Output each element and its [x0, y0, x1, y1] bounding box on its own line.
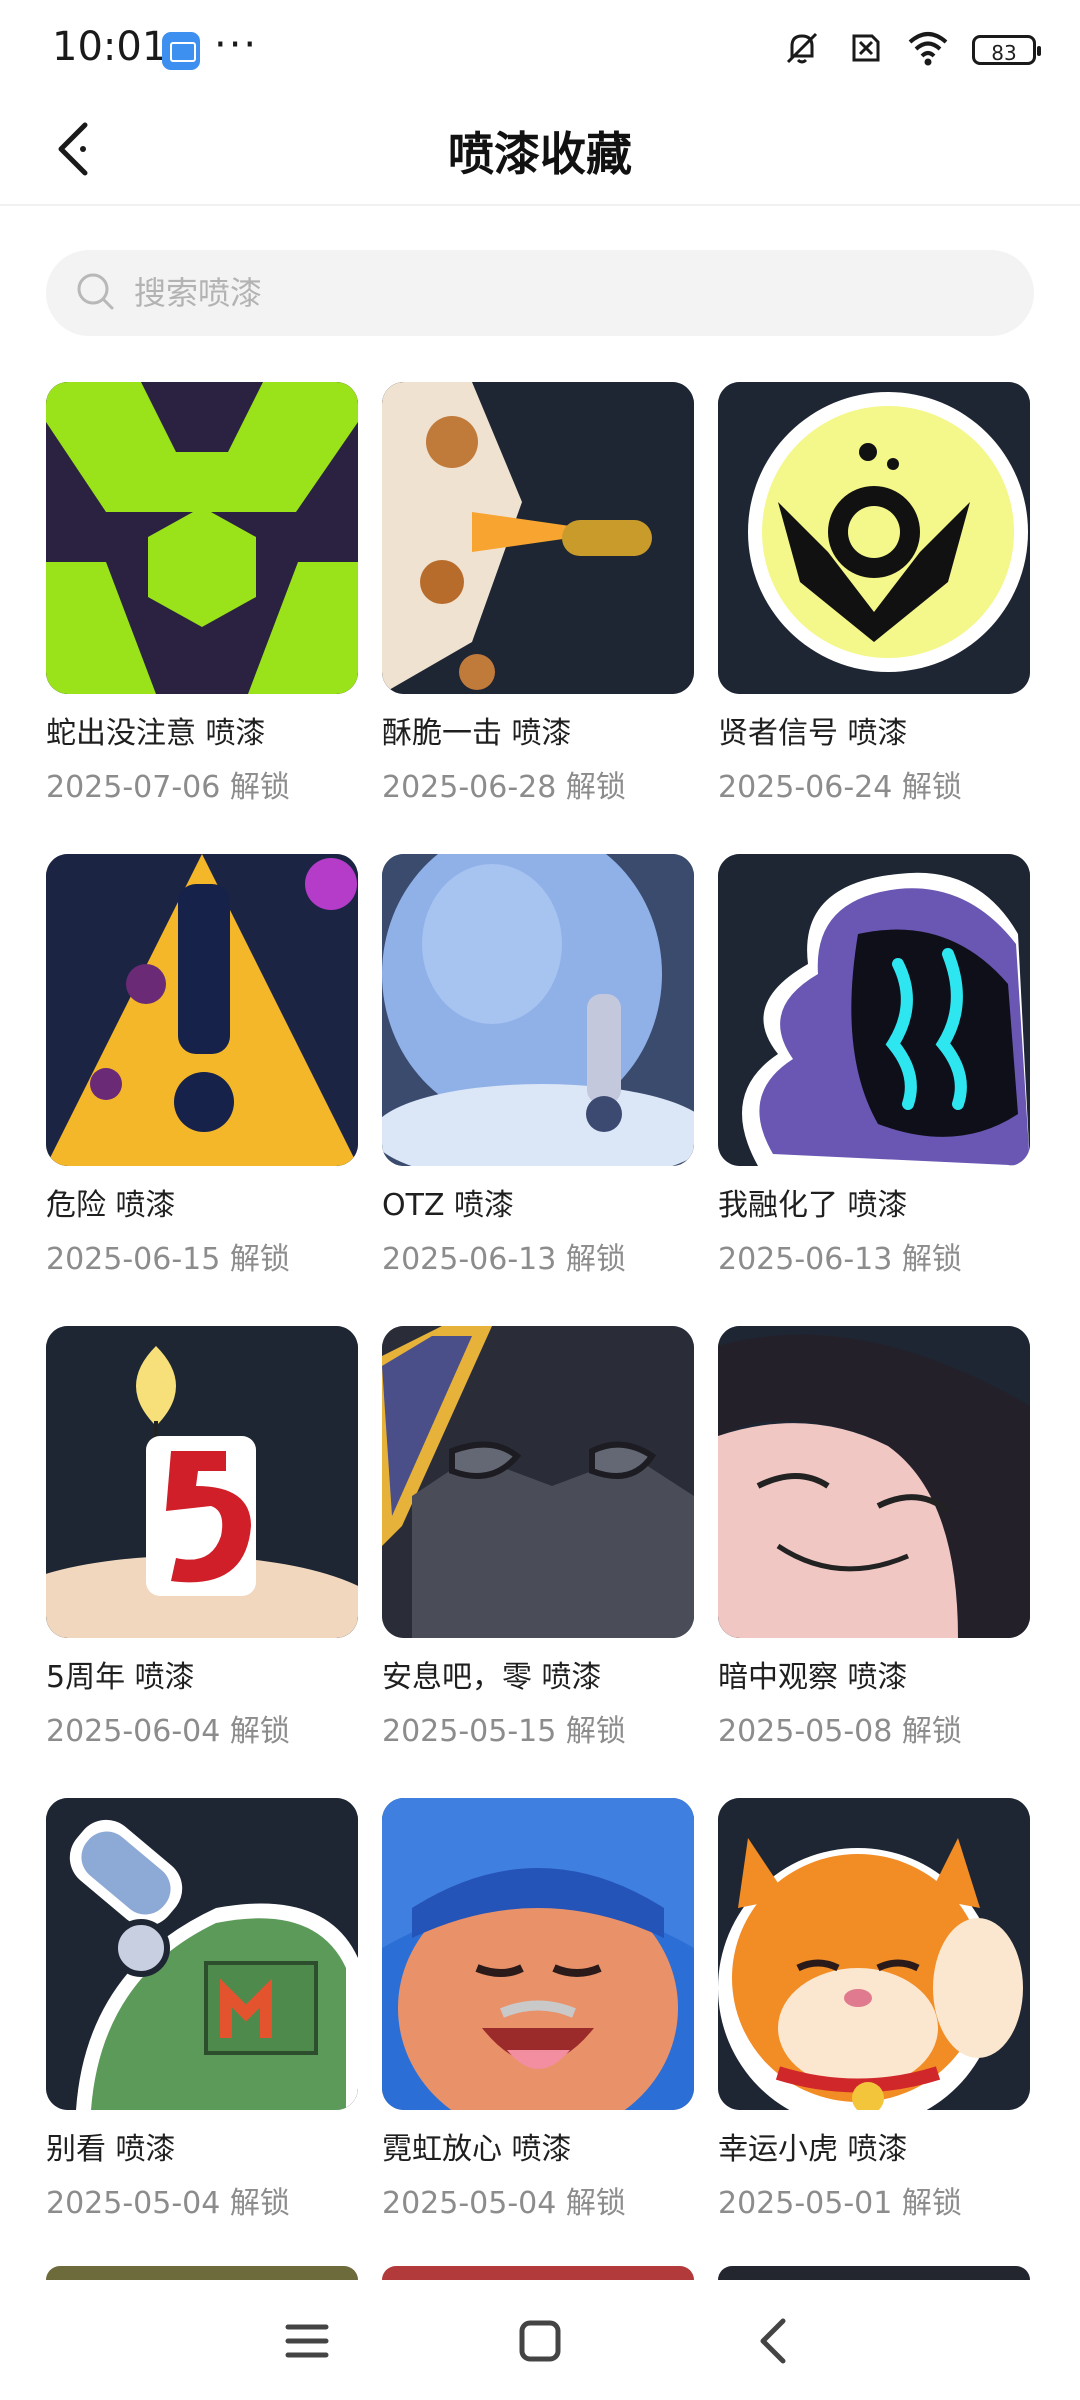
wifi-icon: [906, 28, 950, 72]
spray-name: 危险 喷漆: [46, 1188, 176, 1223]
spray-thumbnail: [718, 382, 1030, 694]
spray-card[interactable]: 5周年 喷漆 2025-06-04 解锁: [46, 1326, 358, 1766]
spray-name: 贤者信号 喷漆: [718, 716, 908, 751]
home-button[interactable]: [505, 2308, 575, 2378]
spray-card[interactable]: 我融化了 喷漆 2025-06-13 解锁: [718, 854, 1030, 1294]
chevron-left-icon: [757, 2317, 789, 2369]
spray-thumbnail: [46, 1798, 358, 2110]
spray-card[interactable]: 幸运小虎 喷漆 2025-05-01 解锁: [718, 1798, 1030, 2238]
top-app-bar: 喷漆收藏: [0, 100, 1080, 206]
spray-card[interactable]: 安息吧，零 喷漆 2025-05-15 解锁: [382, 1326, 694, 1766]
menu-icon: [284, 2321, 330, 2365]
status-time: 10:01: [52, 24, 168, 70]
system-navigation-bar: [0, 2280, 1080, 2400]
spray-card[interactable]: 蛇出没注意 喷漆 2025-07-06 解锁: [46, 382, 358, 822]
spray-name: 我融化了 喷漆: [718, 1188, 908, 1223]
spray-card[interactable]: 别看 喷漆 2025-05-04 解锁: [46, 1798, 358, 2238]
spray-unlock-date: 2025-06-13 解锁: [382, 1242, 626, 1277]
home-square-icon: [518, 2319, 562, 2367]
spray-card[interactable]: OTZ 喷漆 2025-06-13 解锁: [382, 854, 694, 1294]
spray-name: 酥脆一击 喷漆: [382, 716, 572, 751]
spray-thumbnail: [46, 1326, 358, 1638]
spray-unlock-date: 2025-06-24 解锁: [718, 770, 962, 805]
spray-card[interactable]: 危险 喷漆 2025-06-15 解锁: [46, 854, 358, 1294]
spray-unlock-date: 2025-05-01 解锁: [718, 2186, 962, 2221]
spray-name: 幸运小虎 喷漆: [718, 2132, 908, 2167]
next-row-thumbnail-peek: [46, 2266, 358, 2280]
spray-thumbnail: [382, 1798, 694, 2110]
spray-unlock-date: 2025-06-15 解锁: [46, 1242, 290, 1277]
spray-card[interactable]: 酥脆一击 喷漆 2025-06-28 解锁: [382, 382, 694, 822]
mute-bell-icon: [782, 28, 822, 72]
spray-thumbnail: [718, 1326, 1030, 1638]
spray-thumbnail: [382, 382, 694, 694]
notification-app-icon: [162, 32, 200, 70]
search-bar[interactable]: [46, 250, 1034, 336]
status-icons: 83: [782, 28, 1041, 72]
spray-thumbnail: [718, 854, 1030, 1166]
spray-unlock-date: 2025-05-15 解锁: [382, 1714, 626, 1749]
recent-apps-button[interactable]: [272, 2308, 342, 2378]
spray-card[interactable]: 暗中观察 喷漆 2025-05-08 解锁: [718, 1326, 1030, 1766]
spray-name: 5周年 喷漆: [46, 1660, 195, 1695]
more-notifications-indicator: ···: [214, 22, 259, 68]
system-back-button[interactable]: [738, 2308, 808, 2378]
spray-thumbnail: [46, 854, 358, 1166]
spray-name: 霓虹放心 喷漆: [382, 2132, 572, 2167]
spray-name: 暗中观察 喷漆: [718, 1660, 908, 1695]
spray-name: OTZ 喷漆: [382, 1188, 515, 1223]
next-row-thumbnail-peek: [718, 2266, 1030, 2280]
spray-name: 蛇出没注意 喷漆: [46, 716, 266, 751]
spray-unlock-date: 2025-06-04 解锁: [46, 1714, 290, 1749]
no-sim-icon: [844, 28, 884, 72]
spray-thumbnail: [382, 854, 694, 1166]
spray-thumbnail: [382, 1326, 694, 1638]
spray-card[interactable]: 霓虹放心 喷漆 2025-05-04 解锁: [382, 1798, 694, 2238]
spray-unlock-date: 2025-06-13 解锁: [718, 1242, 962, 1277]
search-icon: [74, 270, 116, 316]
spray-unlock-date: 2025-05-04 解锁: [382, 2186, 626, 2221]
spray-unlock-date: 2025-05-08 解锁: [718, 1714, 962, 1749]
spray-name: 安息吧，零 喷漆: [382, 1660, 602, 1695]
search-input[interactable]: [132, 273, 996, 313]
battery-indicator: 83: [972, 35, 1041, 65]
page-title: 喷漆收藏: [448, 127, 632, 181]
status-bar: 10:01 ··· 83: [0, 0, 1080, 100]
spray-unlock-date: 2025-06-28 解锁: [382, 770, 626, 805]
spray-unlock-date: 2025-07-06 解锁: [46, 770, 290, 805]
spray-card[interactable]: 贤者信号 喷漆 2025-06-24 解锁: [718, 382, 1030, 822]
spray-unlock-date: 2025-05-04 解锁: [46, 2186, 290, 2221]
spray-name: 别看 喷漆: [46, 2132, 176, 2167]
next-row-thumbnail-peek: [382, 2266, 694, 2280]
spray-thumbnail: [46, 382, 358, 694]
spray-thumbnail: [718, 1798, 1030, 2110]
